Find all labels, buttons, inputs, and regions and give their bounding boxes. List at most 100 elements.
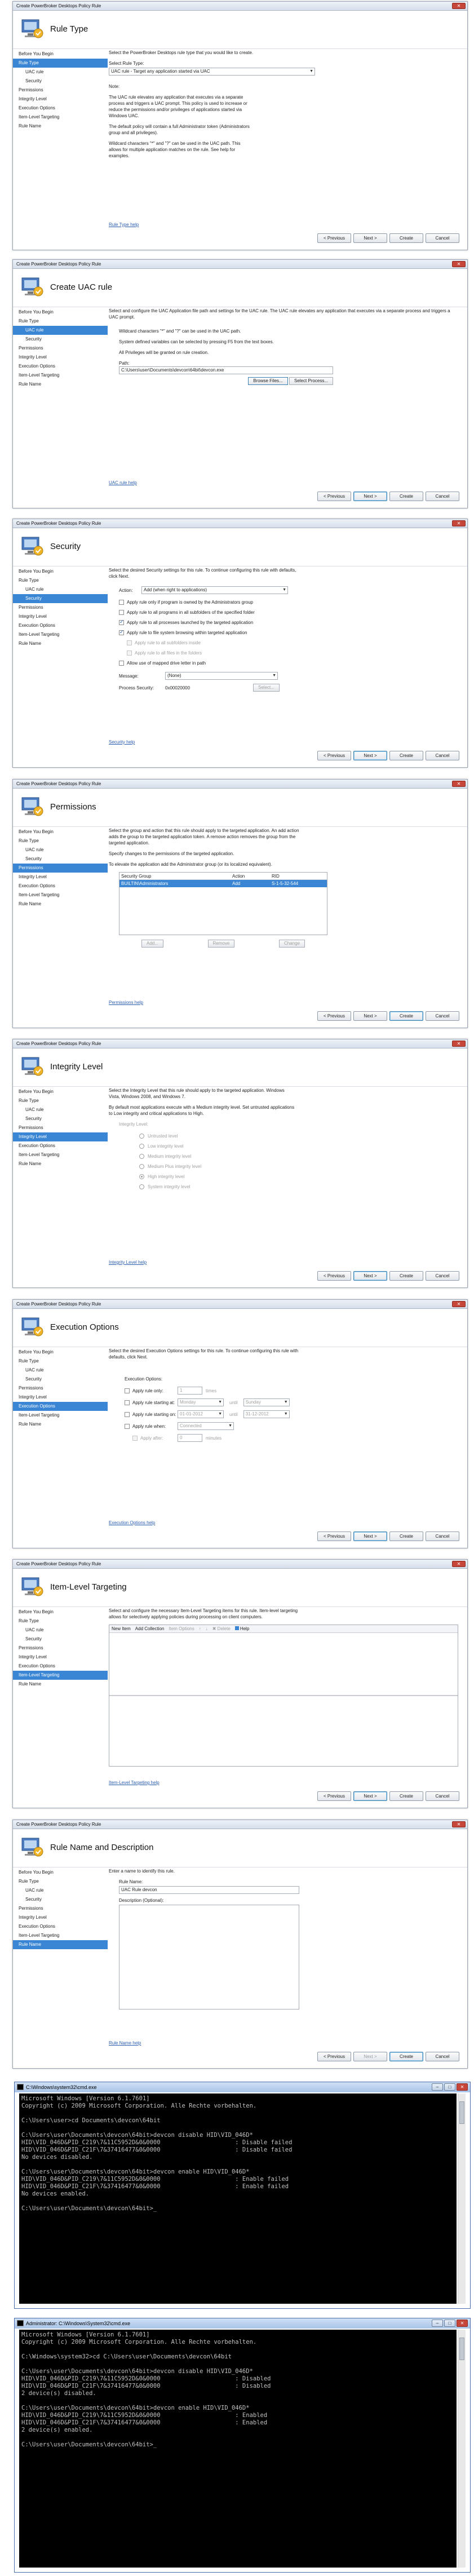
nav-before-you-begin[interactable]: Before You Begin [13, 308, 108, 317]
cancel-button[interactable]: Cancel [426, 1271, 459, 1281]
nav-uac-rule[interactable]: UAC rule [13, 585, 108, 594]
nav-rule-name[interactable]: Rule Name [13, 639, 108, 648]
nav-security[interactable]: Security [13, 1635, 108, 1644]
help-link[interactable]: UAC rule help [109, 480, 137, 485]
nav-item-level-targeting[interactable]: Item-Level Targeting [13, 113, 108, 122]
item-options-button[interactable]: Item Options [169, 1626, 194, 1632]
help-link[interactable]: Item-Level Targeting help [109, 1780, 160, 1785]
help-link[interactable]: Security help [109, 740, 135, 745]
close-icon[interactable]: ✕ [452, 781, 466, 787]
description-textarea[interactable] [119, 1905, 299, 2010]
cancel-button[interactable]: Cancel [426, 751, 459, 760]
low-integrity-radio[interactable] [139, 1144, 144, 1149]
next-button[interactable]: Next > [353, 1791, 387, 1801]
previous-button[interactable]: < Previous [317, 751, 351, 760]
apply-when-checkbox[interactable] [125, 1423, 130, 1429]
close-icon[interactable]: ✕ [452, 3, 466, 9]
scrollbar[interactable] [458, 2093, 466, 2304]
minutes-input[interactable]: 0 [178, 1434, 202, 1442]
nav-execution-options[interactable]: Execution Options [13, 621, 108, 630]
nav-security[interactable]: Security [13, 77, 108, 86]
nav-permissions[interactable]: Permissions [13, 1384, 108, 1393]
nav-item-level-targeting[interactable]: Item-Level Targeting [13, 1411, 108, 1420]
close-icon[interactable]: ✕ [457, 2320, 468, 2327]
nav-before-you-begin[interactable]: Before You Begin [13, 50, 108, 59]
nav-rule-type[interactable]: Rule Type [13, 1617, 108, 1626]
owned-by-admin-checkbox[interactable] [119, 600, 124, 605]
nav-security[interactable]: Security [13, 855, 108, 864]
new-item-button[interactable]: New Item [112, 1626, 131, 1632]
nav-execution-options[interactable]: Execution Options [13, 362, 108, 371]
all-files-checkbox[interactable] [127, 650, 132, 656]
nav-execution-options[interactable]: Execution Options [13, 1402, 108, 1411]
nav-permissions[interactable]: Permissions [13, 86, 108, 95]
message-dropdown[interactable]: (None) ▼ [165, 672, 278, 680]
connection-dropdown[interactable]: Connected ▼ [178, 1422, 234, 1430]
nav-before-you-begin[interactable]: Before You Begin [13, 1348, 108, 1357]
arrow-up-icon[interactable]: ↑ [199, 1626, 201, 1632]
minimize-icon[interactable]: – [432, 2320, 443, 2327]
child-processes-checkbox[interactable] [119, 619, 124, 625]
create-button[interactable]: Create [389, 1011, 423, 1021]
process-security-button[interactable]: Select... [253, 684, 280, 692]
table-row[interactable]: BUILTIN\Administrators Add S-1-5-32-544 [119, 880, 327, 887]
targeting-items-list[interactable] [109, 1633, 458, 1695]
all-subfolders-checkbox[interactable] [127, 640, 132, 645]
minimize-icon[interactable]: – [432, 2083, 443, 2091]
help-link[interactable]: Permissions help [109, 1000, 143, 1005]
nav-rule-type[interactable]: Rule Type [13, 59, 108, 68]
change-button[interactable]: Change [278, 940, 305, 948]
close-icon[interactable]: ✕ [452, 520, 466, 526]
starting-on-checkbox[interactable] [125, 1411, 130, 1417]
maximize-icon[interactable]: □ [444, 2083, 455, 2091]
help-link[interactable]: Execution Options help [109, 1520, 155, 1525]
nav-integrity-level[interactable]: Integrity Level [13, 873, 108, 882]
create-button[interactable]: Create [389, 1791, 423, 1801]
cancel-button[interactable]: Cancel [426, 1532, 459, 1541]
nav-permissions[interactable]: Permissions [13, 1123, 108, 1132]
nav-rule-name[interactable]: Rule Name [13, 1159, 108, 1169]
nav-uac-rule[interactable]: UAC rule [13, 1886, 108, 1895]
apply-only-checkbox[interactable] [125, 1388, 130, 1393]
end-date-picker[interactable]: 31-12-2012 ▼ [243, 1410, 290, 1418]
cancel-button[interactable]: Cancel [426, 2052, 459, 2061]
nav-before-you-begin[interactable]: Before You Begin [13, 1868, 108, 1877]
nav-rule-type[interactable]: Rule Type [13, 1357, 108, 1366]
nav-permissions[interactable]: Permissions [13, 603, 108, 612]
nav-security[interactable]: Security [13, 335, 108, 344]
nav-integrity-level[interactable]: Integrity Level [13, 353, 108, 362]
next-button[interactable]: Next > [353, 492, 387, 501]
rule-type-dropdown[interactable]: UAC rule - Target any application starte… [109, 68, 315, 76]
medium-integrity-radio[interactable] [139, 1154, 144, 1159]
rule-name-input[interactable]: UAC Rule devcon [119, 1886, 299, 1894]
nav-rule-type[interactable]: Rule Type [13, 1877, 108, 1886]
close-icon[interactable]: ✕ [452, 1561, 466, 1567]
close-icon[interactable]: ✕ [452, 1821, 466, 1827]
nav-uac-rule[interactable]: UAC rule [13, 326, 108, 335]
help-button[interactable]: Help [234, 1626, 249, 1632]
cancel-button[interactable]: Cancel [426, 233, 459, 243]
browse-files-button[interactable]: Browse Files... [248, 377, 288, 385]
add-collection-button[interactable]: Add Collection [135, 1626, 165, 1632]
nav-uac-rule[interactable]: UAC rule [13, 1626, 108, 1635]
nav-item-level-targeting[interactable]: Item-Level Targeting [13, 1931, 108, 1940]
nav-integrity-level[interactable]: Integrity Level [13, 1132, 108, 1141]
nav-execution-options[interactable]: Execution Options [13, 1141, 108, 1150]
nav-rule-name[interactable]: Rule Name [13, 1420, 108, 1429]
nav-security[interactable]: Security [13, 1375, 108, 1384]
nav-integrity-level[interactable]: Integrity Level [13, 1913, 108, 1922]
previous-button[interactable]: < Previous [317, 233, 351, 243]
column-header[interactable]: Security Group [119, 873, 232, 879]
nav-before-you-begin[interactable]: Before You Begin [13, 567, 108, 576]
scrollbar-thumb[interactable] [459, 2101, 464, 2124]
nav-rule-type[interactable]: Rule Type [13, 836, 108, 846]
previous-button[interactable]: < Previous [317, 1791, 351, 1801]
nav-before-you-begin[interactable]: Before You Begin [13, 1087, 108, 1096]
next-button[interactable]: Next > [353, 233, 387, 243]
create-button[interactable]: Create [389, 1532, 423, 1541]
nav-item-level-targeting[interactable]: Item-Level Targeting [13, 1671, 108, 1680]
remove-button[interactable]: Remove [207, 940, 235, 948]
nav-permissions[interactable]: Permissions [13, 864, 108, 873]
nav-uac-rule[interactable]: UAC rule [13, 846, 108, 855]
close-icon[interactable]: ✕ [452, 261, 466, 267]
